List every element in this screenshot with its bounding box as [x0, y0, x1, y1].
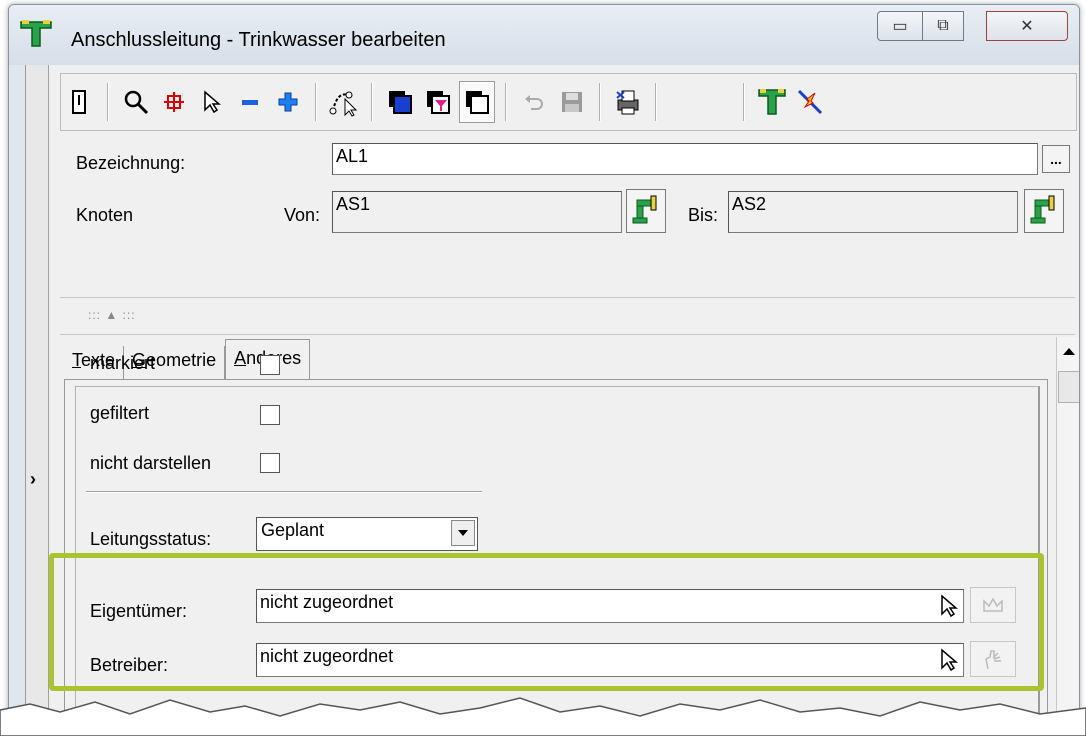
crosshair-button[interactable] [157, 82, 191, 122]
zoom-out-button[interactable] [233, 82, 267, 122]
collapsed-side-panel[interactable]: › [26, 65, 49, 729]
minimize-button[interactable]: ▭ [877, 11, 923, 41]
route-icon [329, 91, 358, 117]
collapse-arrow-icon[interactable]: ::: ▲ ::: [88, 308, 136, 322]
dropdown-button[interactable] [451, 520, 475, 546]
torn-edge [0, 697, 1086, 736]
tab-texte-mnemonic: T [72, 350, 81, 370]
gefiltert-label: gefiltert [90, 403, 150, 423]
highlight-box [49, 553, 1044, 691]
window-title: Anschlussleitung - Trinkwasser bearbeite… [71, 29, 446, 51]
toolbar-separator [743, 83, 745, 121]
close-button[interactable]: ✕ [986, 11, 1068, 41]
pipe-node-icon [632, 195, 657, 224]
bezeichnung-input[interactable]: AL1 [332, 143, 1038, 175]
minus-icon [242, 100, 258, 105]
crosshair-icon [164, 92, 184, 112]
tab-geometrie-label: eometrie [146, 350, 217, 370]
markiert-label: markiert [90, 353, 156, 373]
panel-splitter[interactable]: ::: ▲ ::: [60, 297, 1075, 335]
undo-icon [525, 95, 543, 110]
knoten-label: Knoten [76, 205, 134, 225]
leitungsstatus-value: Geplant [261, 520, 325, 540]
toolbar-separator [655, 83, 657, 121]
zoom-icon [124, 90, 149, 115]
maximize-icon: ⧉ [937, 17, 949, 34]
layer-filter-button[interactable] [421, 82, 455, 122]
bis-select-button[interactable] [1024, 189, 1064, 233]
layer-copy-icon [466, 91, 489, 114]
plus-icon [278, 92, 298, 112]
triangle-up-icon [1063, 348, 1075, 355]
gefiltert-checkbox[interactable] [260, 405, 280, 425]
layer-blue-icon [389, 91, 412, 114]
vertical-scrollbar[interactable] [1056, 337, 1079, 729]
zoom-in-button[interactable] [271, 82, 305, 122]
nicht-darstellen-checkbox[interactable] [260, 453, 280, 473]
bis-field: AS2 [728, 191, 1018, 233]
network-icon [758, 89, 786, 115]
network-button[interactable] [755, 82, 789, 122]
scroll-up-button[interactable] [1057, 337, 1079, 365]
pointer-icon [204, 90, 221, 114]
expand-chevron-icon[interactable]: › [30, 469, 36, 490]
dialog-window: Anschlussleitung - Trinkwasser bearbeite… [8, 4, 1080, 730]
layer-copy-button[interactable] [459, 81, 495, 123]
toolbar-separator [371, 83, 373, 121]
toolbar [60, 73, 1077, 131]
app-t-icon [20, 20, 52, 47]
maximize-button[interactable]: ⧉ [922, 11, 964, 41]
toolbar-separator [599, 83, 601, 121]
properties-button[interactable] [63, 82, 97, 122]
layer-blue-button[interactable] [383, 82, 417, 122]
save-button[interactable] [555, 82, 589, 122]
nicht-darstellen-label: nicht darstellen [90, 453, 212, 473]
markiert-checkbox[interactable] [260, 355, 280, 375]
section-divider [86, 491, 482, 493]
toolbar-separator [107, 83, 109, 121]
zoom-button[interactable] [119, 82, 153, 122]
toolbar-separator [315, 83, 317, 121]
tab-anderes-mnemonic: A [234, 348, 247, 368]
print-button[interactable] [611, 82, 645, 122]
von-select-button[interactable] [626, 189, 666, 233]
von-label: Von: [284, 205, 321, 225]
scroll-thumb[interactable] [1058, 371, 1079, 403]
von-field: AS1 [332, 191, 622, 233]
title-bar[interactable]: Anschlussleitung - Trinkwasser bearbeite… [9, 5, 1079, 65]
leitungsstatus-select[interactable]: Geplant [256, 517, 478, 551]
connect-button[interactable] [793, 82, 827, 122]
print-icon [616, 90, 639, 115]
close-icon: ✕ [1020, 18, 1034, 35]
toolbar-separator [505, 83, 507, 121]
pointer-button[interactable] [195, 82, 229, 122]
bezeichnung-browse-button[interactable]: ... [1042, 145, 1070, 173]
chevron-down-icon [458, 530, 468, 536]
pipe-node-icon [1030, 195, 1055, 224]
layer-filter-icon [427, 91, 450, 114]
undo-button[interactable] [517, 82, 551, 122]
properties-icon [72, 90, 86, 114]
route-button[interactable] [327, 82, 361, 122]
leitungsstatus-label: Leitungsstatus: [90, 529, 212, 549]
connect-icon [797, 89, 823, 115]
save-icon [562, 92, 582, 112]
bezeichnung-label: Bezeichnung: [76, 153, 186, 173]
minimize-icon: ▭ [892, 18, 908, 35]
bis-label: Bis: [688, 205, 719, 225]
